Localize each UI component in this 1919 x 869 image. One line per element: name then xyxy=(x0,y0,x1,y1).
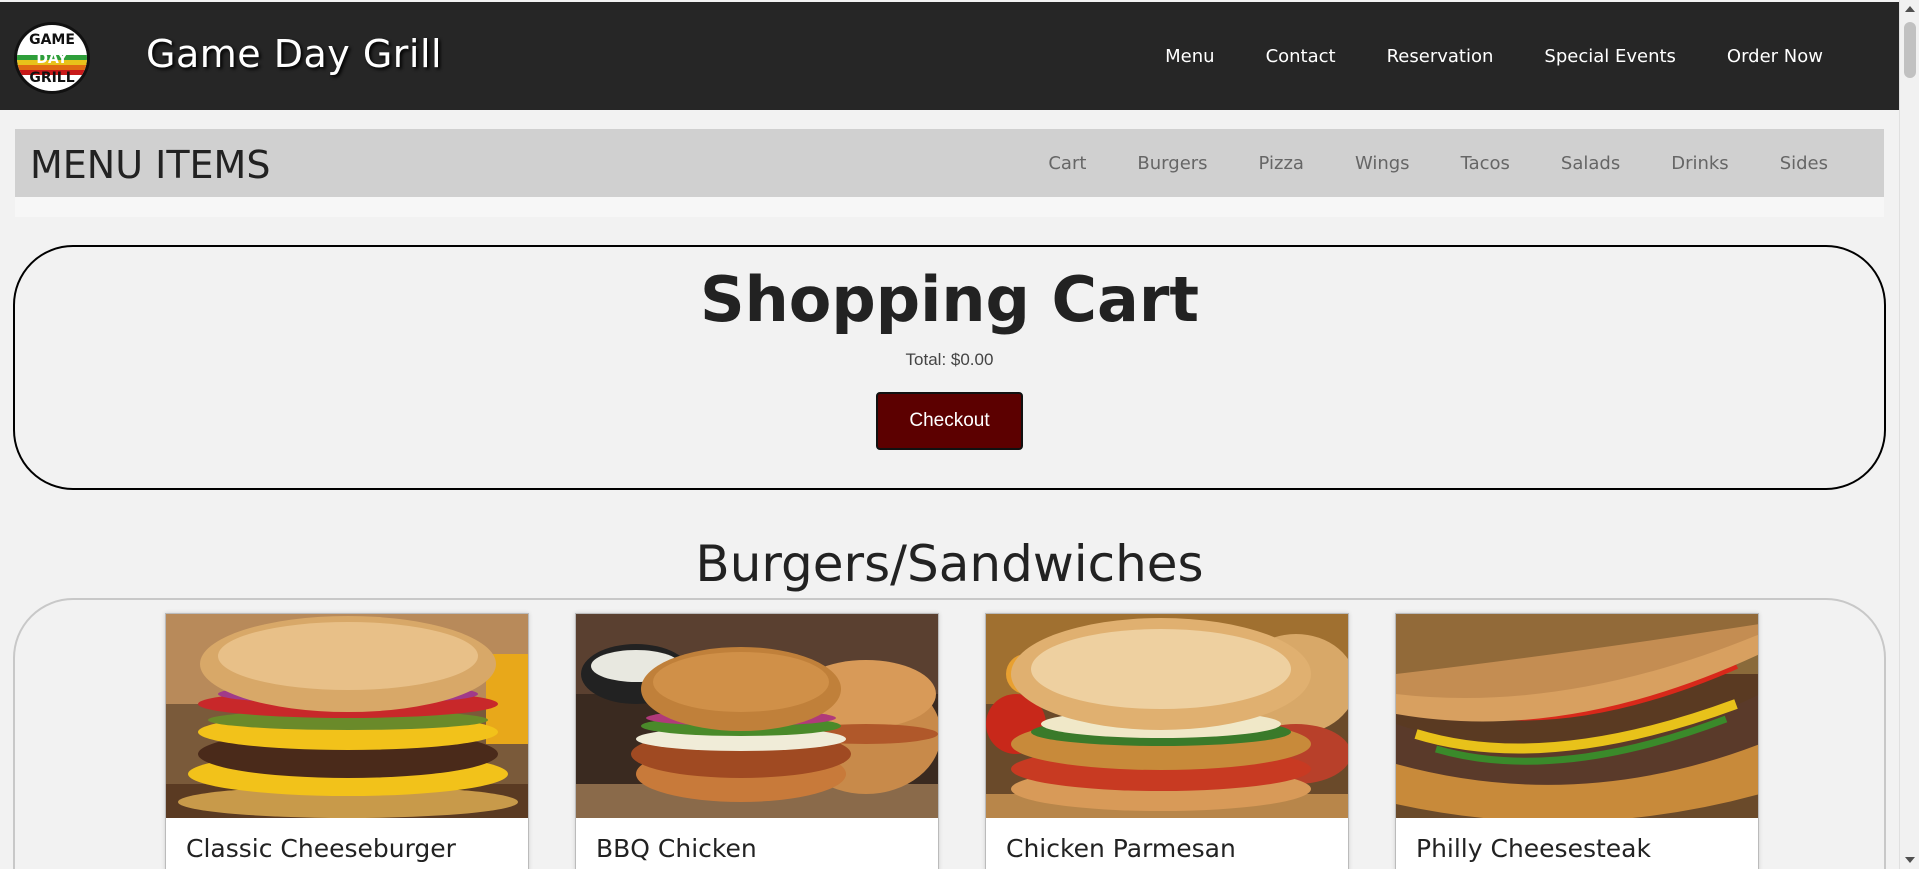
shopping-cart-panel: Shopping Cart Total: $0.00 Checkout xyxy=(13,245,1886,490)
category-salads[interactable]: Salads xyxy=(1561,153,1620,174)
category-sides[interactable]: Sides xyxy=(1780,153,1828,174)
logo-text-game: GAME xyxy=(29,32,75,48)
category-wings[interactable]: Wings xyxy=(1355,153,1410,174)
nav-contact[interactable]: Contact xyxy=(1266,46,1336,67)
category-nav: Cart Burgers Pizza Wings Tacos Salads Dr… xyxy=(1048,153,1828,174)
menu-item-card[interactable]: Philly Cheesesteak xyxy=(1395,613,1759,869)
category-pizza[interactable]: Pizza xyxy=(1259,153,1304,174)
chicken-parmesan-image xyxy=(986,614,1348,818)
scroll-up-arrow-icon[interactable] xyxy=(1905,6,1915,12)
cart-total: Total: $0.00 xyxy=(905,350,994,369)
nav-reservation[interactable]: Reservation xyxy=(1387,46,1494,67)
menu-items-title: MENU ITEMS xyxy=(30,143,271,187)
menu-item-card[interactable]: Classic Cheeseburger xyxy=(165,613,529,869)
category-tacos[interactable]: Tacos xyxy=(1461,153,1510,174)
menu-item-name: Classic Cheeseburger xyxy=(186,834,456,863)
nav-order-now[interactable]: Order Now xyxy=(1727,46,1823,67)
menu-item-name: BBQ Chicken xyxy=(596,834,757,863)
menu-item-card[interactable]: Chicken Parmesan xyxy=(985,613,1349,869)
page-scrollbar[interactable] xyxy=(1899,0,1919,869)
logo-text-day: DAY xyxy=(36,51,68,67)
menu-items-bar: MENU ITEMS Cart Burgers Pizza Wings Taco… xyxy=(15,129,1884,197)
classic-cheeseburger-image xyxy=(166,614,528,818)
bbq-chicken-image xyxy=(576,614,938,818)
scroll-down-arrow-icon[interactable] xyxy=(1905,857,1915,863)
logo-text-grill: GRILL xyxy=(29,70,75,86)
menu-item-name: Chicken Parmesan xyxy=(1006,834,1236,863)
cart-title: Shopping Cart xyxy=(699,263,1200,336)
main-nav: Menu Contact Reservation Special Events … xyxy=(1165,46,1823,67)
philly-cheesesteak-image xyxy=(1396,614,1758,818)
section-title: Burgers/Sandwiches xyxy=(695,535,1204,593)
scrollbar-thumb[interactable] xyxy=(1904,22,1916,78)
category-drinks[interactable]: Drinks xyxy=(1671,153,1728,174)
menu-bar-underline xyxy=(15,197,1884,217)
checkout-button[interactable]: Checkout xyxy=(876,392,1023,450)
top-navbar: GAME DAY GRILL Game Day Grill Menu Conta… xyxy=(0,2,1899,110)
logo[interactable]: GAME DAY GRILL xyxy=(14,22,90,94)
nav-special-events[interactable]: Special Events xyxy=(1544,46,1676,67)
menu-item-card[interactable]: BBQ Chicken xyxy=(575,613,939,869)
menu-item-name: Philly Cheesesteak xyxy=(1416,834,1651,863)
category-cart[interactable]: Cart xyxy=(1048,153,1086,174)
category-burgers[interactable]: Burgers xyxy=(1137,153,1207,174)
nav-menu[interactable]: Menu xyxy=(1165,46,1214,67)
brand-title[interactable]: Game Day Grill xyxy=(146,32,442,76)
